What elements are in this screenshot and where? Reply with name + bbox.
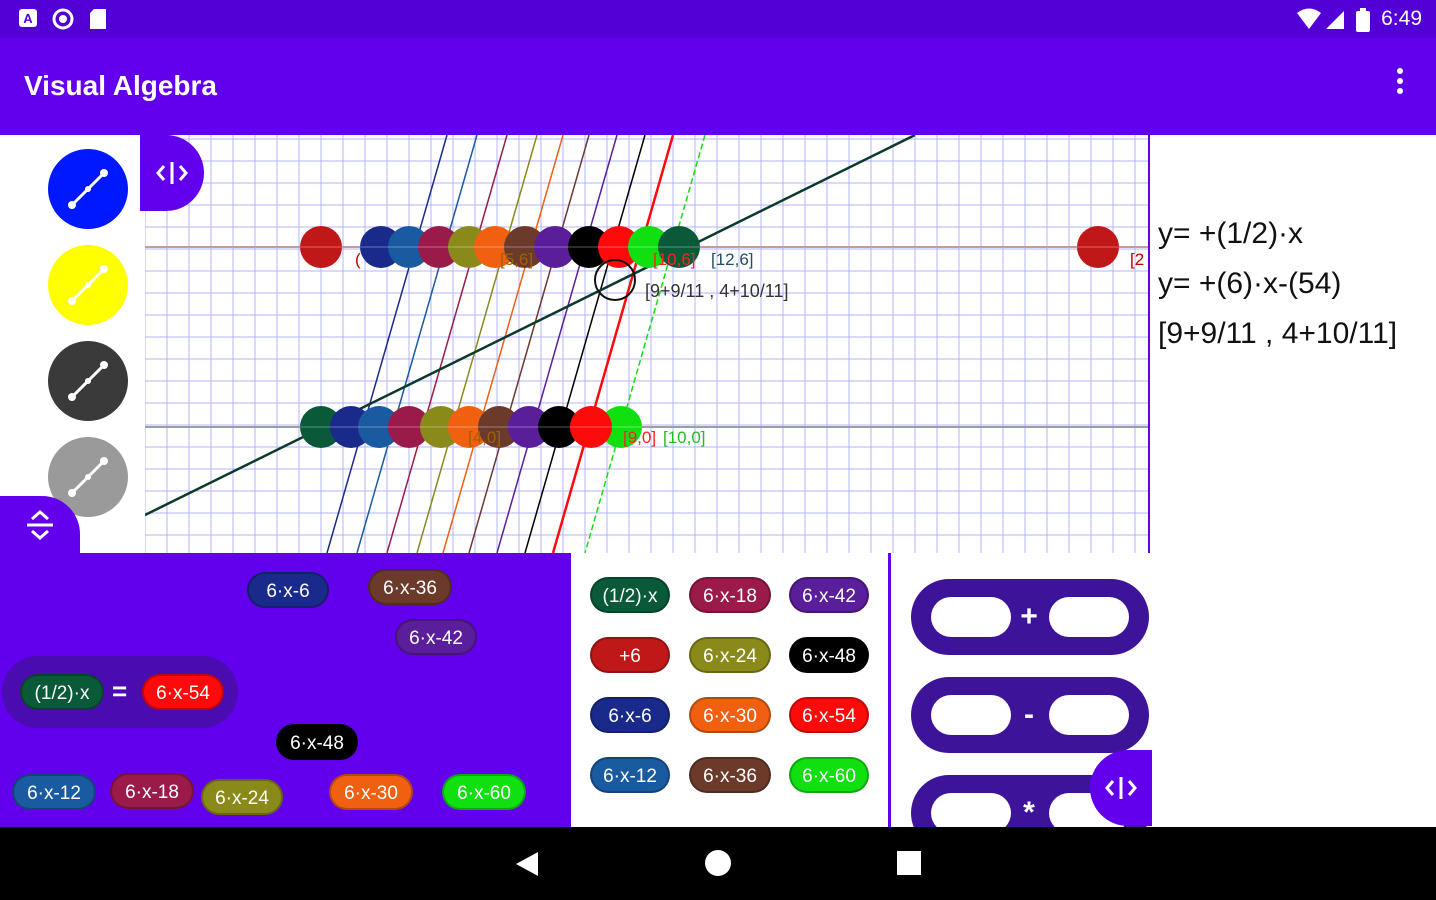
workspace-chip[interactable]: 6·x-24 (201, 779, 283, 815)
palette-chip[interactable]: 6·x-42 (789, 577, 869, 613)
equation-right-chip[interactable]: 6·x-54 (142, 674, 224, 710)
palette-chip[interactable]: 6·x-54 (789, 697, 869, 733)
palette-chip[interactable]: 6·x-6 (590, 697, 670, 733)
wifi-icon (1296, 8, 1322, 30)
equation-card[interactable]: (1/2)·x = 6·x-54 (2, 656, 238, 728)
more-vert-icon[interactable] (1394, 68, 1406, 102)
line-color-button[interactable] (48, 245, 128, 325)
point-label: [5,6] (500, 250, 533, 269)
status-bar: A 6:49 (0, 0, 1436, 38)
intersection-label: [9+9/11 , 4+10/11] (645, 281, 788, 301)
operand-slot[interactable] (1049, 695, 1129, 735)
home-circle-icon[interactable] (703, 848, 733, 878)
palette-chip[interactable]: 6·x-18 (689, 577, 771, 613)
equals-sign: = (112, 676, 128, 706)
palette-chip[interactable]: 6·x-30 (689, 697, 771, 733)
workspace[interactable]: (1/2)·x = 6·x-54 6·x-6 6·x-36 6·x-42 6·x… (0, 553, 568, 827)
point-label: [9,0] (623, 428, 656, 447)
split-horizontal-icon (1105, 777, 1137, 799)
series-line (442, 135, 564, 553)
a-icon: A (18, 8, 38, 30)
equation-line-1: y= +(1/2)·x (1158, 217, 1304, 250)
operand-slot[interactable] (931, 695, 1011, 735)
workspace-chip[interactable]: 6·x-6 (247, 572, 329, 608)
operand-slot[interactable] (1049, 597, 1129, 637)
add-operator[interactable]: + (911, 579, 1149, 655)
plus-sign: + (1020, 600, 1038, 633)
series-line (584, 135, 706, 553)
line-style-panel (0, 135, 147, 553)
workspace-chip[interactable]: 6·x-60 (442, 774, 526, 810)
point-label: [10,6] (653, 250, 696, 269)
point-label: [4,0] (468, 428, 501, 447)
point-label: [12,6] (711, 250, 754, 269)
recents-square-icon[interactable] (896, 850, 922, 876)
operand-slot[interactable] (931, 793, 1011, 827)
equation-panel: y= +(1/2)·x y= +(6)·x-(54) [9+9/11 , 4+1… (1148, 135, 1436, 827)
workspace-chip[interactable]: 6·x-36 (368, 569, 452, 605)
equation-line-2: y= +(6)·x-(54) (1158, 267, 1342, 300)
expression-palette: (1/2)·x 6·x-18 6·x-42 +6 6·x-24 6·x-48 6… (568, 553, 891, 827)
signal-icon (1324, 8, 1346, 30)
app-title: Visual Algebra (24, 70, 217, 101)
times-sign: * (1023, 796, 1035, 827)
palette-chip[interactable]: +6 (590, 637, 670, 673)
palette-chip[interactable]: 6·x-24 (689, 637, 771, 673)
half-x-line (145, 135, 916, 517)
point-label: [10,0] (663, 428, 706, 447)
sdcard-icon (89, 8, 107, 30)
minus-sign: - (1024, 698, 1034, 731)
series-line (496, 135, 618, 553)
svg-text:A: A (23, 11, 33, 26)
workspace-chip[interactable]: 6·x-48 (276, 724, 358, 760)
back-triangle-icon[interactable] (512, 849, 542, 879)
operand-slot[interactable] (931, 597, 1011, 637)
palette-chip[interactable]: 6·x-12 (590, 757, 670, 793)
palette-chip[interactable]: 6·x-60 (789, 757, 869, 793)
workspace-chip[interactable]: 6·x-30 (329, 774, 413, 810)
split-vertical-icon (27, 510, 53, 540)
battery-icon (1356, 8, 1370, 32)
navigation-bar (0, 827, 1436, 900)
split-horizontal-icon (156, 162, 188, 184)
clock: 6:49 (1381, 7, 1422, 30)
line-color-button[interactable] (48, 341, 128, 421)
point-label: ( (355, 250, 361, 269)
series-line (356, 135, 478, 553)
solution-text: [9+9/11 , 4+10/11] (1158, 317, 1398, 350)
palette-chip[interactable]: (1/2)·x (590, 577, 670, 613)
workspace-chip[interactable]: 6·x-12 (12, 774, 96, 810)
equation-left-chip[interactable]: (1/2)·x (20, 674, 104, 710)
line-color-button[interactable] (48, 149, 128, 229)
subtract-operator[interactable]: - (911, 677, 1149, 753)
workspace-chip[interactable]: 6·x-18 (110, 773, 194, 809)
graph-canvas[interactable]: ( [5,6] [10,6] [12,6] [9+9/11 , 4+10/11]… (145, 135, 1148, 553)
app-bar: Visual Algebra (0, 38, 1436, 135)
record-icon (52, 8, 74, 30)
workspace-chip[interactable]: 6·x-42 (395, 619, 477, 655)
palette-chip[interactable]: 6·x-48 (789, 637, 869, 673)
palette-chip[interactable]: 6·x-36 (689, 757, 771, 793)
point-label: [2 (1130, 250, 1144, 269)
